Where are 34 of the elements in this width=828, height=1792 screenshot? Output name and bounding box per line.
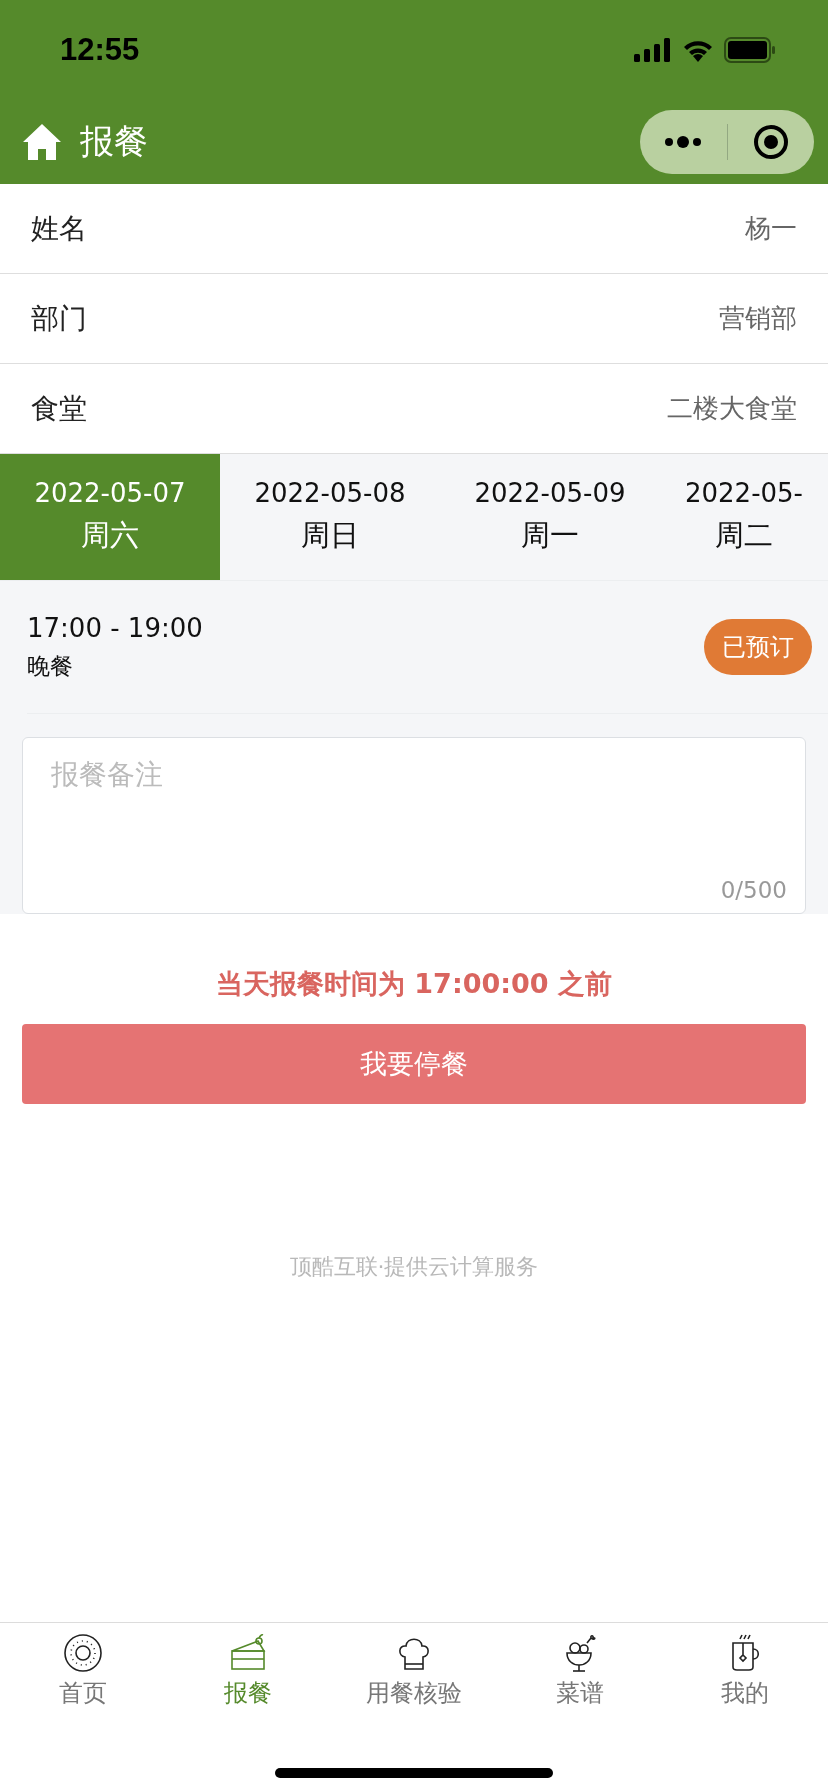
tab-date: 2022-05-07 [34, 478, 186, 508]
row-value: 营销部 [719, 302, 797, 335]
remark-input[interactable]: 报餐备注 [51, 756, 787, 877]
tab-date: 2022-05-08 [254, 478, 406, 508]
date-tab[interactable]: 2022-05-09 周一 [440, 454, 660, 580]
row-value: 二楼大食堂 [667, 392, 797, 425]
meal-name: 晚餐 [27, 651, 74, 681]
tab-bar-item[interactable]: 首页 [0, 1633, 166, 1709]
stop-meal-button[interactable]: 我要停餐 [22, 1024, 806, 1104]
page-title: 报餐 [80, 120, 148, 163]
tab-weekday: 周日 [301, 517, 359, 554]
status-time: 12:55 [60, 32, 140, 68]
footer-text: 顶酷互联·提供云计算服务 [288, 1253, 540, 1281]
row-label: 部门 [31, 300, 87, 337]
meal-time: 17:00 - 19:00 [27, 612, 203, 643]
tab-bar-item[interactable]: 报餐 [165, 1633, 332, 1709]
deadline-notice: 当天报餐时间为 17:00:00 之前 [214, 967, 614, 1001]
tab-bar-item[interactable]: 我的 [662, 1633, 828, 1709]
tab-weekday: 周一 [521, 517, 579, 554]
status-badge: 已预订 [704, 619, 812, 675]
row-value: 杨一 [745, 212, 797, 245]
date-tab[interactable]: 2022-05-07 周六 [0, 454, 220, 580]
tab-date: 2022-05- [685, 478, 803, 508]
remark-field[interactable]: 报餐备注 0/500 [22, 737, 806, 914]
date-tab[interactable]: 2022-05-08 周日 [220, 454, 440, 580]
tab-bar-item[interactable]: 用餐核验 [331, 1633, 497, 1709]
tab-date: 2022-05-09 [474, 478, 626, 508]
char-counter: 0/500 [720, 877, 787, 903]
row-label: 食堂 [31, 390, 87, 427]
row-label: 姓名 [31, 210, 87, 247]
tab-weekday: 周二 [715, 517, 773, 554]
date-tab[interactable]: 2022-05- 周二 [660, 454, 828, 580]
tab-weekday: 周六 [81, 517, 139, 554]
tab-bar-item[interactable]: 菜谱 [496, 1633, 663, 1709]
